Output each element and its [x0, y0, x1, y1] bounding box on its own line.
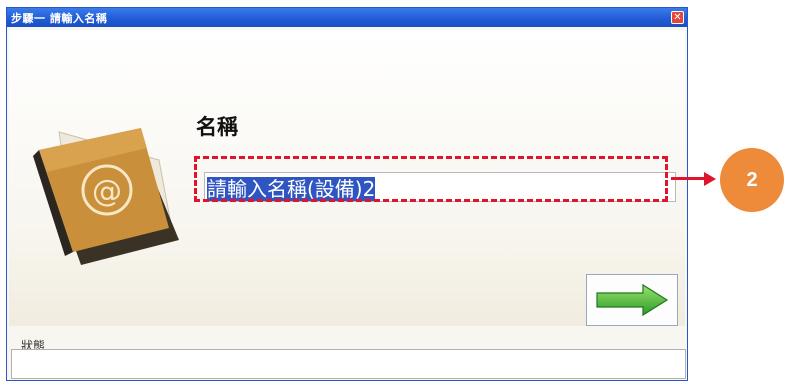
right-arrow-icon [596, 283, 669, 317]
name-label: 名稱 [196, 114, 238, 139]
close-button[interactable]: ✕ [671, 11, 684, 24]
callout-arrow-line [671, 177, 707, 180]
callout-number-badge: 2 [720, 148, 784, 212]
callout-arrow-head [704, 172, 716, 186]
address-book-icon: @ [33, 128, 179, 265]
svg-text:@: @ [92, 174, 122, 209]
title-bar[interactable]: 步驟一 請輸入名稱 ✕ [7, 8, 687, 27]
window-title: 步驟一 請輸入名稱 [11, 12, 108, 25]
close-icon: ✕ [673, 12, 682, 23]
status-field [11, 349, 686, 379]
next-button[interactable] [586, 274, 678, 326]
highlight-dashed-box [194, 156, 668, 202]
